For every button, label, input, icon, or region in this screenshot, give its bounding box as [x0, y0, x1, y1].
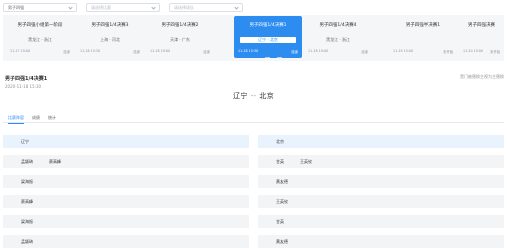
- match-card-status: 结束: [133, 50, 140, 54]
- team-select[interactable]: 请选择球队: [169, 3, 243, 12]
- match-card-footer: 11-18 15:30 结束: [238, 49, 298, 54]
- match-date: 2020-11-18 15:30: [5, 84, 42, 89]
- player-name: 甘英: [276, 158, 284, 164]
- carousel-dot[interactable]: [265, 57, 270, 58]
- match-card-footer: 11-19 15:00 未开始: [393, 49, 453, 54]
- home-lineup: 辽宁 孟颖琦 蔡高峰 梁海振 蔡高峰 梁海振 孟颖琦: [3, 135, 249, 248]
- player-name: 黄友德: [276, 178, 288, 184]
- substitute-player-name: 蔡高峰: [49, 158, 61, 164]
- match-card-teams: 上海 · 河北: [100, 37, 120, 42]
- player-name: 孟颖琦: [21, 238, 33, 244]
- match-card[interactable]: 男子四强半决赛1 11-19 15:00 未开始: [389, 16, 457, 58]
- match-card[interactable]: 男子四强决赛 11-20 15:00 未开始: [459, 16, 504, 58]
- match-card-title: 男子四强半决赛1: [405, 23, 441, 28]
- carousel-dot[interactable]: [277, 57, 282, 58]
- match-card-title: 男子四强小组第一阶段: [17, 23, 63, 28]
- match-card-time: 11-20 15:00: [463, 49, 484, 53]
- player-name: 辽宁: [21, 138, 29, 144]
- match-card[interactable]: 男子四强1/4决赛2 天津 · 广东 11-18 19:00 结束: [146, 16, 214, 58]
- match-card-teams: 黑龙江 · 浙江: [326, 37, 350, 42]
- lineup-row: 孟颖琦: [3, 235, 249, 248]
- match-select[interactable]: 请选择比赛: [86, 3, 160, 12]
- away-lineup: 北京 甘英 王英钦 黄友德 王英钦 甘英 黄友德: [258, 135, 504, 248]
- match-card-status: 结束: [361, 50, 368, 54]
- player-name: 王英钦: [276, 198, 288, 204]
- match-card-status: 未开始: [443, 50, 453, 54]
- match-card-footer: 11-18 19:00 结束: [150, 49, 210, 54]
- matchup-header: 辽宁 -- 北京: [0, 91, 507, 101]
- match-card[interactable]: 男子四强1/4决赛4 黑龙江 · 浙江 11-18 19:00 结束: [304, 16, 372, 58]
- match-title: 男子四强1/4决赛1: [5, 76, 48, 82]
- match-carousel: 男子四强小组第一阶段 黑龙江 · 浙江 11-17 19:00 结束 男子四强1/4决赛…: [3, 15, 504, 61]
- carousel-indicator[interactable]: [265, 57, 282, 58]
- match-card-teams: 辽宁 · 北京: [240, 37, 296, 43]
- match-card-footer: 11-18 19:00 结束: [308, 49, 368, 54]
- lineup-row: 黄友德: [258, 175, 504, 188]
- filter-bar: 男子四强 请选择比赛 请选择球队: [3, 3, 504, 13]
- match-card-status: 结束: [203, 50, 210, 54]
- team-select-placeholder: 请选择球队: [174, 4, 194, 10]
- substitution-legend: 黑门被替换主视为主替换: [460, 74, 504, 79]
- player-name: 梁海振: [21, 218, 33, 224]
- match-card-time: 11-19 15:00: [393, 49, 414, 53]
- chevron-down-icon: [151, 4, 156, 10]
- match-card-status: 结束: [63, 50, 70, 54]
- match-card-title: 男子四强1/4决赛4: [319, 23, 357, 28]
- lineup-row: 甘英 王英钦: [258, 155, 504, 168]
- match-card-time: 11-18 19:00: [308, 49, 329, 53]
- category-select-value: 男子四强: [8, 4, 24, 10]
- lineup-row: 蔡高峰: [3, 195, 249, 208]
- tab-divider: [3, 122, 504, 123]
- lineup-row: 梁海振: [3, 175, 249, 188]
- lineup-row: 黄友德: [258, 235, 504, 248]
- substitute-player-name: 王英钦: [300, 158, 312, 164]
- lineup-row: 孟颖琦 蔡高峰: [3, 155, 249, 168]
- match-card-status: 未开始: [490, 50, 500, 54]
- lineup-row: 甘英: [258, 215, 504, 228]
- chevron-down-icon: [68, 4, 73, 10]
- lineup-row: 梁海振: [3, 215, 249, 228]
- player-name: 北京: [276, 138, 284, 144]
- carousel-dot-active[interactable]: [271, 57, 276, 58]
- match-card-time: 11-18 15:30: [238, 49, 259, 53]
- match-card-status: 结束: [291, 50, 298, 54]
- match-select-placeholder: 请选择比赛: [91, 4, 111, 10]
- match-card[interactable]: 男子四强1/4决赛3 上海 · 河北 11-18 15:30 结束: [76, 16, 144, 58]
- match-card-time: 11-17 19:00: [10, 49, 31, 53]
- match-card-title: 男子四强1/4决赛3: [91, 23, 129, 28]
- match-card-active[interactable]: 男子四强1/4决赛1 辽宁 · 北京 11-18 15:30 结束: [234, 16, 302, 58]
- player-name: 甘英: [276, 218, 284, 224]
- player-name: 蔡高峰: [21, 198, 33, 204]
- away-team-name: 北京: [259, 92, 274, 100]
- match-card-teams: 天津 · 广东: [170, 37, 190, 42]
- player-name: 梁海振: [21, 178, 33, 184]
- match-card[interactable]: 男子四强小组第一阶段 黑龙江 · 浙江 11-17 19:00 结束: [6, 16, 74, 58]
- match-card-footer: 11-20 15:00 未开始: [463, 49, 500, 54]
- match-card-teams: 黑龙江 · 浙江: [28, 37, 52, 42]
- match-card-footer: 11-17 19:00 结束: [10, 49, 70, 54]
- match-card-title: 男子四强决赛: [468, 23, 495, 28]
- match-card-time: 11-18 19:00: [150, 49, 171, 53]
- lineup-row: 王英钦: [258, 195, 504, 208]
- match-card-title: 男子四强1/4决赛1: [249, 23, 287, 28]
- lineup-team-header: 辽宁: [3, 135, 249, 148]
- player-name: 黄友德: [276, 238, 288, 244]
- match-card-footer: 11-18 15:30 结束: [80, 49, 140, 54]
- match-card-title: 男子四强1/4决赛2: [161, 23, 199, 28]
- chevron-down-icon: [234, 4, 239, 10]
- matchup-separator: --: [250, 92, 257, 100]
- category-select[interactable]: 男子四强: [3, 3, 77, 12]
- match-card-time: 11-18 15:30: [80, 49, 101, 53]
- lineup-team-header: 北京: [258, 135, 504, 148]
- home-team-name: 辽宁: [233, 92, 248, 100]
- player-name: 孟颖琦: [21, 158, 33, 164]
